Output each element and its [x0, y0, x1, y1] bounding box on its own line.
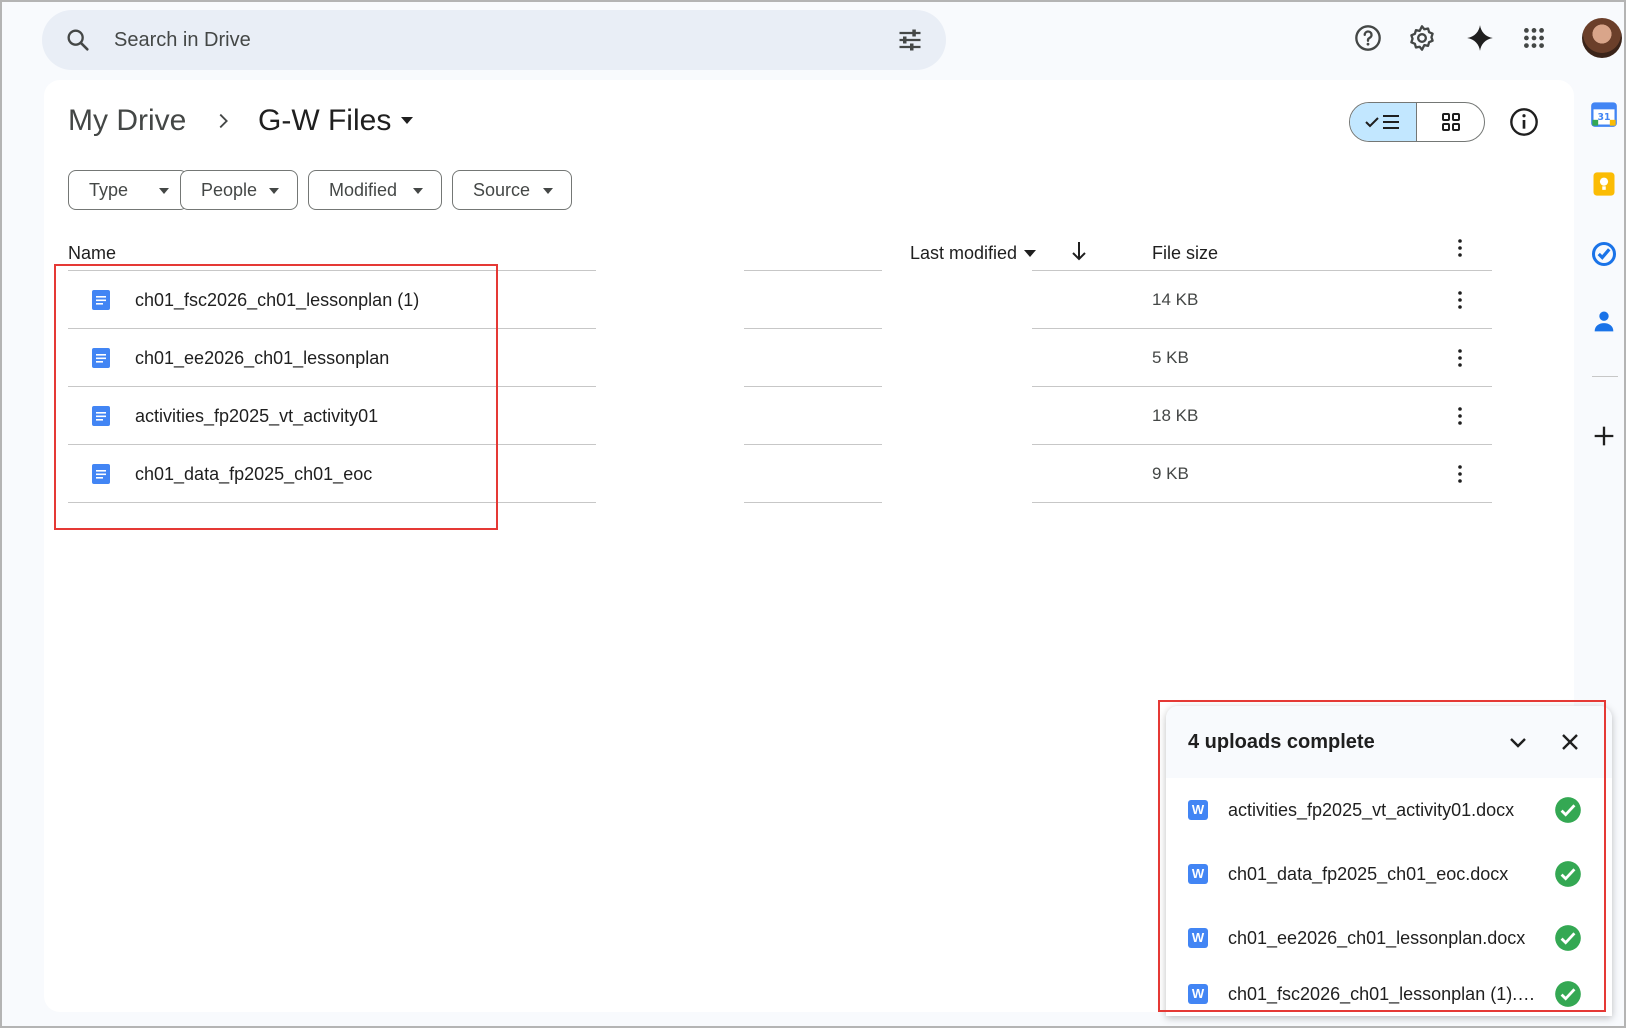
check-circle-icon: [1555, 861, 1581, 887]
gemini-icon[interactable]: [1462, 20, 1498, 56]
file-size: 18 KB: [1152, 406, 1199, 425]
file-row[interactable]: ch01_ee2026_ch01_lessonplan 5 KB: [44, 328, 1574, 388]
upload-file-name[interactable]: activities_fp2025_vt_activity01.docx: [1228, 778, 1538, 842]
word-doc-icon: W: [1188, 864, 1208, 884]
upload-item[interactable]: W ch01_ee2026_ch01_lessonplan.docx: [1166, 906, 1612, 970]
upload-panel: 4 uploads complete W activities_fp2025_v…: [1166, 706, 1612, 1016]
upload-item[interactable]: W activities_fp2025_vt_activity01.docx: [1166, 778, 1612, 842]
file-name[interactable]: ch01_data_fp2025_ch01_eoc: [135, 444, 372, 504]
google-docs-icon: [92, 406, 110, 426]
file-size: 5 KB: [1152, 348, 1189, 367]
grid-view-icon: [1441, 113, 1460, 131]
filter-people-label: People: [201, 179, 258, 200]
upload-status-title: 4 uploads complete: [1188, 731, 1375, 753]
column-header-file-size[interactable]: File size: [1152, 243, 1218, 264]
more-vert-icon[interactable]: [1448, 462, 1472, 486]
word-doc-icon: W: [1188, 984, 1208, 1004]
list-view-icon: [1365, 115, 1399, 129]
sort-arrow-down-icon[interactable]: [1070, 240, 1088, 262]
filter-modified-label: Modified: [329, 179, 398, 200]
file-name[interactable]: activities_fp2025_vt_activity01: [135, 386, 378, 446]
caret-down-icon: [543, 188, 553, 194]
filter-type[interactable]: Type: [68, 170, 188, 210]
folder-menu-caret-icon[interactable]: [400, 116, 414, 126]
search-bar[interactable]: Search in Drive: [42, 10, 946, 70]
file-name[interactable]: ch01_ee2026_ch01_lessonplan: [135, 328, 389, 388]
avatar[interactable]: [1582, 18, 1622, 58]
view-toggle: [1349, 102, 1485, 142]
upload-item[interactable]: W ch01_fsc2026_ch01_lessonplan (1).do...: [1166, 968, 1612, 1016]
divider: [1032, 502, 1492, 503]
caret-down-icon: [269, 188, 279, 194]
divider: [744, 502, 882, 503]
contacts-icon[interactable]: [1590, 308, 1618, 336]
file-size: 14 KB: [1152, 290, 1199, 309]
upload-panel-header: 4 uploads complete: [1166, 706, 1612, 778]
upload-file-name[interactable]: ch01_fsc2026_ch01_lessonplan (1).do...: [1228, 968, 1538, 1020]
google-docs-icon: [92, 464, 110, 484]
divider: [1592, 376, 1618, 377]
caret-down-icon: [413, 188, 423, 194]
column-header-last-modified[interactable]: Last modified: [910, 243, 1017, 264]
file-name[interactable]: ch01_fsc2026_ch01_lessonplan (1): [135, 270, 419, 330]
more-vert-icon[interactable]: [1448, 288, 1472, 312]
google-docs-icon: [92, 348, 110, 368]
check-circle-icon: [1555, 797, 1581, 823]
filter-source[interactable]: Source: [452, 170, 572, 210]
file-size: 9 KB: [1152, 464, 1189, 483]
google-docs-icon: [92, 290, 110, 310]
caret-down-icon[interactable]: [1024, 250, 1036, 258]
search-input[interactable]: Search in Drive: [114, 10, 251, 70]
grid-view-button[interactable]: [1417, 103, 1484, 141]
calendar-icon[interactable]: 31: [1590, 100, 1618, 128]
breadcrumb-current-folder[interactable]: G-W Files: [258, 104, 391, 138]
word-doc-icon: W: [1188, 800, 1208, 820]
filter-modified[interactable]: Modified: [308, 170, 442, 210]
filter-source-label: Source: [473, 179, 531, 200]
apps-grid-icon[interactable]: [1516, 20, 1552, 56]
close-icon[interactable]: [1558, 730, 1582, 754]
search-icon[interactable]: [64, 26, 92, 54]
more-vert-icon[interactable]: [1448, 346, 1472, 370]
info-icon[interactable]: [1508, 106, 1540, 138]
search-options-icon[interactable]: [896, 26, 924, 54]
column-header-name[interactable]: Name: [68, 243, 116, 264]
check-circle-icon: [1555, 925, 1581, 951]
tasks-icon[interactable]: [1590, 240, 1618, 268]
caret-down-icon: [159, 188, 169, 194]
keep-icon[interactable]: [1590, 170, 1618, 198]
word-doc-icon: W: [1188, 928, 1208, 948]
filter-type-label: Type: [89, 179, 129, 200]
file-row[interactable]: activities_fp2025_vt_activity01 18 KB: [44, 386, 1574, 446]
add-icon[interactable]: [1590, 422, 1618, 450]
svg-text:31: 31: [1598, 112, 1611, 123]
upload-item[interactable]: W ch01_data_fp2025_ch01_eoc.docx: [1166, 842, 1612, 906]
file-row[interactable]: ch01_data_fp2025_ch01_eoc 9 KB: [44, 444, 1574, 504]
check-circle-icon: [1555, 981, 1581, 1007]
drive-window: Search in Drive My Drive G-W Files Type …: [0, 0, 1626, 1028]
file-row[interactable]: ch01_fsc2026_ch01_lessonplan (1) 14 KB: [44, 270, 1574, 330]
filter-people[interactable]: People: [180, 170, 298, 210]
help-icon[interactable]: [1350, 20, 1386, 56]
more-vert-icon[interactable]: [1448, 404, 1472, 428]
settings-icon[interactable]: [1404, 20, 1440, 56]
breadcrumb-my-drive[interactable]: My Drive: [68, 104, 186, 138]
chevron-right-icon: [219, 113, 228, 129]
divider: [68, 502, 596, 503]
upload-file-name[interactable]: ch01_ee2026_ch01_lessonplan.docx: [1228, 906, 1538, 970]
more-vert-icon[interactable]: [1448, 236, 1472, 260]
list-view-button[interactable]: [1350, 103, 1417, 141]
upload-file-name[interactable]: ch01_data_fp2025_ch01_eoc.docx: [1228, 842, 1538, 906]
chevron-down-icon[interactable]: [1506, 730, 1530, 754]
